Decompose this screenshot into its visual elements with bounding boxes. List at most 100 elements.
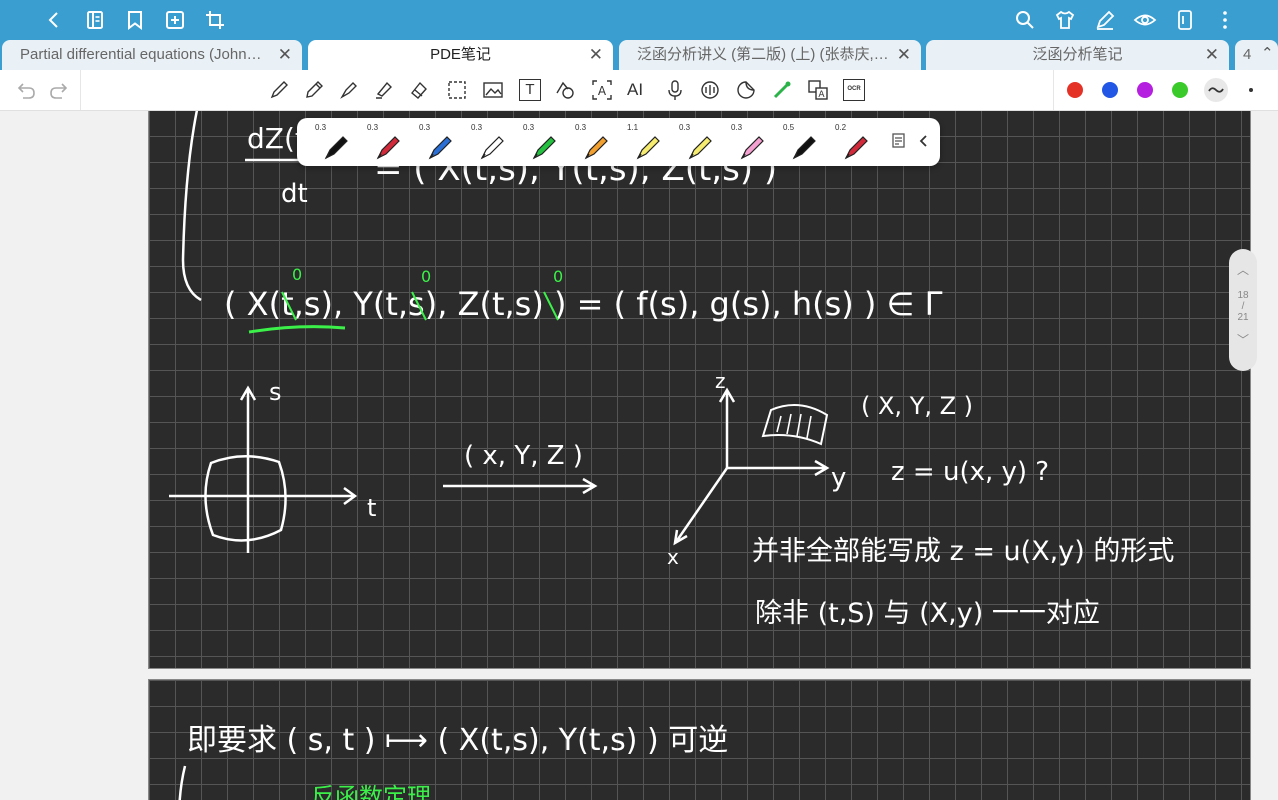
color-blue-swatch[interactable] (1102, 82, 1118, 98)
pen-preset[interactable]: 0.3 (307, 122, 359, 162)
phone-icon[interactable] (1173, 8, 1197, 32)
tab-count: 4 (1243, 46, 1252, 63)
close-icon[interactable]: ✕ (589, 40, 603, 70)
svg-text:A: A (598, 84, 607, 98)
crop-icon[interactable] (203, 8, 227, 32)
axis-z-label: z (715, 369, 726, 393)
ai-icon[interactable]: AI (627, 79, 649, 101)
tab-overflow-button[interactable]: 4 ⌃ (1235, 40, 1278, 70)
book-icon[interactable] (83, 8, 107, 32)
handwriting-layer: dZ(t dt = ( X(t,s), Y(t,s), Z(t,s) ) ( X… (169, 111, 1174, 629)
search-icon[interactable] (1013, 8, 1037, 32)
top-bar (0, 0, 1278, 40)
pen-icon[interactable] (268, 79, 290, 101)
pen-preset[interactable]: 0.3 (567, 122, 619, 162)
close-icon[interactable]: ✕ (278, 40, 292, 70)
page-current: 18 (1237, 290, 1249, 301)
tab-title: 泛函分析笔记 (1032, 46, 1123, 63)
add-page-icon[interactable] (163, 8, 187, 32)
tool-bar: T A AI A OCR (0, 70, 1278, 111)
close-icon[interactable]: ✕ (897, 40, 911, 70)
undo-icon[interactable] (15, 80, 37, 102)
redo-icon[interactable] (48, 80, 70, 102)
dot-menu-icon[interactable] (1249, 88, 1253, 92)
note-page[interactable]: dZ(t dt = ( X(t,s), Y(t,s), Z(t,s) ) ( X… (148, 111, 1251, 669)
pen-mode-icon[interactable] (1093, 8, 1117, 32)
tab-title: Partial differential equations (John… (20, 46, 262, 63)
pen-preset[interactable]: 0.3 (359, 122, 411, 162)
pen-preset-icon (324, 136, 348, 160)
note-page[interactable]: 即要求 ( s, t ) ⟼ ( X(t,s), Y(t,s) ) 可逆 反函数… (148, 679, 1251, 800)
stroke-style-button[interactable] (1204, 78, 1228, 102)
pen-preset[interactable]: 0.5 (775, 122, 827, 162)
pen-preset[interactable]: 0.3 (671, 122, 723, 162)
pen-preset[interactable]: 0.3 (515, 122, 567, 162)
eye-icon[interactable] (1133, 8, 1157, 32)
chevron-up-icon: ⌃ (1261, 45, 1274, 62)
pen-preset-icon (636, 136, 660, 160)
eraser-icon[interactable] (408, 79, 430, 101)
initial-condition: ( X(t,s), Y(t,s), Z(t,s) ) = ( f(s), g(s… (224, 285, 943, 323)
color-purple-swatch[interactable] (1137, 82, 1153, 98)
invertible-condition: 即要求 ( s, t ) ⟼ ( X(t,s), Y(t,s) ) 可逆 (187, 723, 728, 758)
axis-s-label: s (269, 378, 282, 406)
tab-functional-analysis-notes[interactable]: 泛函分析笔记 ✕ (926, 40, 1229, 70)
tab-pde-notes[interactable]: PDE笔记 ✕ (308, 40, 613, 70)
pen-settings-icon[interactable] (891, 132, 907, 150)
axis-t-label: t (367, 494, 376, 522)
wave-icon (1208, 87, 1224, 93)
more-icon[interactable] (1213, 8, 1237, 32)
image-icon[interactable] (482, 79, 504, 101)
pen-preset-icon (584, 136, 608, 160)
tab-functional-analysis-book[interactable]: 泛函分析讲义 (第二版) (上) (张恭庆,… ✕ (619, 40, 921, 70)
audio-icon[interactable] (699, 79, 721, 101)
collapse-chevron-icon[interactable] (917, 132, 931, 150)
tab-pde-book[interactable]: Partial differential equations (John… ✕ (2, 40, 302, 70)
zero-mark: 0 (553, 267, 563, 286)
pencil-icon[interactable] (303, 79, 325, 101)
chevron-down-icon[interactable]: ﹀ (1229, 331, 1257, 348)
zero-mark: 0 (421, 267, 431, 286)
frac-denominator: dt (281, 179, 308, 209)
chevron-up-icon[interactable]: ︿ (1229, 261, 1257, 278)
color-red-swatch[interactable] (1067, 82, 1083, 98)
sticker-icon[interactable] (735, 79, 757, 101)
pen-preset[interactable]: 0.3 (463, 122, 515, 162)
pen-preset-icon (688, 136, 712, 160)
color-green-swatch[interactable] (1172, 82, 1188, 98)
pen-preset-icon (740, 136, 764, 160)
pen-preset-icon (480, 136, 504, 160)
axis-y-label: y (831, 463, 846, 493)
fountain-pen-icon[interactable] (338, 79, 360, 101)
pen-preset[interactable]: 0.2 (827, 122, 879, 162)
close-icon[interactable]: ✕ (1205, 40, 1219, 70)
translate-icon[interactable]: A (807, 79, 829, 101)
pen-preset-icon (844, 136, 868, 160)
pen-preset-icon (376, 136, 400, 160)
note-canvas[interactable]: dZ(t dt = ( X(t,s), Y(t,s), Z(t,s) ) ( X… (0, 111, 1278, 800)
divider (80, 70, 81, 110)
text-recognize-icon[interactable]: A (591, 79, 613, 101)
pen-presets-popup: 0.3 0.3 0.3 0.3 0.3 0.3 1.1 0.3 0.3 0.5 0.2 (297, 118, 940, 166)
svg-text:A: A (818, 90, 825, 100)
text-icon[interactable]: T (519, 79, 541, 101)
pen-preset[interactable]: 0.3 (723, 122, 775, 162)
zero-mark: 0 (292, 265, 302, 284)
page-scroller[interactable]: ︿ 18 / 21 ﹀ (1229, 249, 1257, 371)
highlighter-icon[interactable] (373, 79, 395, 101)
pen-preset[interactable]: 1.1 (619, 122, 671, 162)
shirt-icon[interactable] (1053, 8, 1077, 32)
bookmark-icon[interactable] (123, 8, 147, 32)
tab-title: 泛函分析讲义 (第二版) (上) (张恭庆,… (637, 46, 889, 63)
remark-line-2: 除非 (t,S) 与 (X,y) 一一对应 (755, 598, 1100, 629)
pen-preset[interactable]: 0.3 (411, 122, 463, 162)
shape-icon[interactable] (554, 79, 576, 101)
question-label: z = u(x, y) ? (891, 457, 1049, 487)
mic-icon[interactable] (664, 79, 686, 101)
lasso-icon[interactable] (446, 79, 468, 101)
pen-preset-icon (532, 136, 556, 160)
page-separator: / (1241, 301, 1245, 312)
laser-icon[interactable] (771, 79, 793, 101)
ocr-icon[interactable]: OCR (843, 79, 865, 101)
back-icon[interactable] (42, 8, 66, 32)
